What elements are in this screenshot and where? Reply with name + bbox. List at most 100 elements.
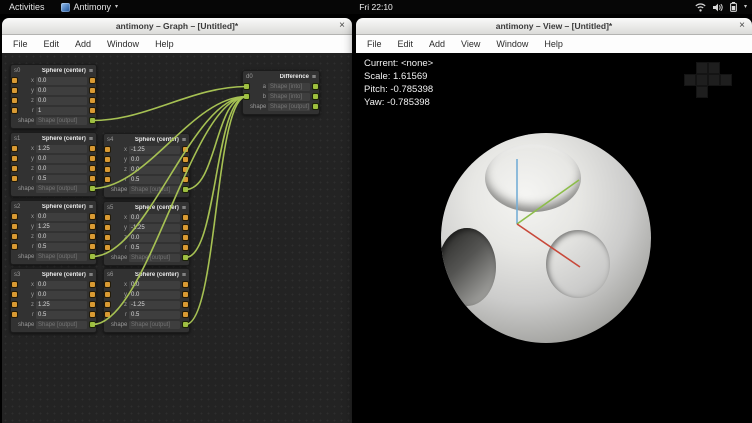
- numeric-output-connector[interactable]: [90, 98, 95, 103]
- numeric-input-connector[interactable]: [105, 157, 110, 162]
- numeric-input-connector[interactable]: [12, 176, 17, 181]
- row-field-z[interactable]: 0.0: [129, 166, 180, 174]
- numeric-input-connector[interactable]: [12, 224, 17, 229]
- row-field-b[interactable]: Shape [into]: [268, 93, 310, 101]
- row-field-z[interactable]: 0.0: [36, 97, 87, 105]
- numeric-input-connector[interactable]: [105, 302, 110, 307]
- row-field-z[interactable]: 0.0: [36, 165, 87, 173]
- row-field-shape[interactable]: Shape [output]: [36, 253, 87, 261]
- shape-output-connector[interactable]: [183, 322, 188, 327]
- numeric-output-connector[interactable]: [90, 88, 95, 93]
- view-canvas[interactable]: Current: <none>Scale: 1.61569Pitch: -0.7…: [356, 53, 752, 423]
- numeric-input-connector[interactable]: [12, 302, 17, 307]
- graph-node-s0[interactable]: s0Sphere (center)≡x0.0y0.0z0.0r1shapeSha…: [10, 64, 97, 129]
- row-field-x[interactable]: 0.0: [36, 281, 87, 289]
- row-field-shape[interactable]: Shape [output]: [268, 103, 310, 111]
- shape-output-connector[interactable]: [183, 187, 188, 192]
- row-field-r[interactable]: 0.5: [129, 311, 180, 319]
- row-field-y[interactable]: 1.25: [36, 223, 87, 231]
- numeric-input-connector[interactable]: [12, 244, 17, 249]
- numeric-output-connector[interactable]: [183, 147, 188, 152]
- graph-node-s1[interactable]: s1Sphere (center)≡x1.25y0.0z0.0r0.5shape…: [10, 132, 97, 197]
- shape-output-connector[interactable]: [90, 254, 95, 259]
- hamburger-menu-icon[interactable]: ≡: [89, 272, 93, 279]
- shape-output-connector[interactable]: [313, 104, 318, 109]
- numeric-input-connector[interactable]: [12, 234, 17, 239]
- numeric-input-connector[interactable]: [12, 312, 17, 317]
- row-field-r[interactable]: 0.5: [36, 311, 87, 319]
- numeric-output-connector[interactable]: [183, 302, 188, 307]
- row-field-x[interactable]: 0.0: [129, 214, 180, 222]
- row-field-r[interactable]: 0.5: [129, 244, 180, 252]
- numeric-input-connector[interactable]: [12, 292, 17, 297]
- row-field-x[interactable]: 0.0: [36, 213, 87, 221]
- numeric-output-connector[interactable]: [183, 225, 188, 230]
- row-field-y[interactable]: 0.0: [36, 155, 87, 163]
- row-field-r[interactable]: 0.5: [36, 243, 87, 251]
- row-field-shape[interactable]: Shape [output]: [129, 254, 180, 262]
- numeric-input-connector[interactable]: [12, 78, 17, 83]
- row-field-shape[interactable]: Shape [output]: [36, 117, 87, 125]
- numeric-input-connector[interactable]: [105, 215, 110, 220]
- close-button[interactable]: ×: [339, 18, 345, 34]
- numeric-output-connector[interactable]: [183, 215, 188, 220]
- numeric-output-connector[interactable]: [183, 177, 188, 182]
- edge-s6-to-d0-b[interactable]: [186, 97, 247, 325]
- numeric-input-connector[interactable]: [105, 312, 110, 317]
- clock[interactable]: Fri 22:10: [359, 2, 393, 12]
- system-status-area[interactable]: ▾: [695, 0, 747, 14]
- edge-s4-to-d0-b[interactable]: [186, 97, 247, 190]
- numeric-input-connector[interactable]: [105, 282, 110, 287]
- menu-item-help[interactable]: Help: [536, 39, 571, 49]
- row-field-z[interactable]: 0.0: [129, 234, 180, 242]
- numeric-input-connector[interactable]: [105, 177, 110, 182]
- row-field-y[interactable]: 0.0: [129, 156, 180, 164]
- shape-input-connector[interactable]: [244, 94, 249, 99]
- hamburger-menu-icon[interactable]: ≡: [182, 137, 186, 144]
- hamburger-menu-icon[interactable]: ≡: [89, 136, 93, 143]
- row-field-shape[interactable]: Shape [output]: [129, 321, 180, 329]
- graph-canvas[interactable]: s0Sphere (center)≡x0.0y0.0z0.0r1shapeSha…: [2, 53, 352, 423]
- numeric-output-connector[interactable]: [90, 214, 95, 219]
- numeric-output-connector[interactable]: [90, 176, 95, 181]
- numeric-input-connector[interactable]: [105, 292, 110, 297]
- menu-item-add[interactable]: Add: [421, 39, 453, 49]
- row-field-z[interactable]: 0.0: [36, 233, 87, 241]
- numeric-output-connector[interactable]: [90, 146, 95, 151]
- row-field-y[interactable]: 0.0: [36, 291, 87, 299]
- row-field-r[interactable]: 1: [36, 107, 87, 115]
- row-field-r[interactable]: 0.5: [36, 175, 87, 183]
- menu-item-window[interactable]: Window: [99, 39, 147, 49]
- numeric-output-connector[interactable]: [183, 157, 188, 162]
- numeric-input-connector[interactable]: [105, 167, 110, 172]
- menu-item-window[interactable]: Window: [488, 39, 536, 49]
- shape-output-connector[interactable]: [90, 186, 95, 191]
- numeric-output-connector[interactable]: [90, 282, 95, 287]
- hamburger-menu-icon[interactable]: ≡: [182, 205, 186, 212]
- numeric-output-connector[interactable]: [90, 234, 95, 239]
- numeric-input-connector[interactable]: [12, 166, 17, 171]
- row-field-x[interactable]: 1.25: [36, 145, 87, 153]
- row-field-x[interactable]: -1.25: [129, 146, 180, 154]
- row-field-shape[interactable]: Shape [output]: [36, 321, 87, 329]
- numeric-input-connector[interactable]: [105, 225, 110, 230]
- row-field-y[interactable]: -1.25: [129, 224, 180, 232]
- menu-item-view[interactable]: View: [453, 39, 488, 49]
- numeric-input-connector[interactable]: [12, 98, 17, 103]
- menu-item-file[interactable]: File: [359, 39, 390, 49]
- row-field-y[interactable]: 0.0: [36, 87, 87, 95]
- shape-output-connector[interactable]: [313, 84, 318, 89]
- numeric-input-connector[interactable]: [12, 108, 17, 113]
- shape-input-connector[interactable]: [244, 84, 249, 89]
- numeric-output-connector[interactable]: [90, 166, 95, 171]
- activities-button[interactable]: Activities: [0, 0, 54, 14]
- menu-item-add[interactable]: Add: [67, 39, 99, 49]
- graph-titlebar[interactable]: antimony – Graph – [Untitled]* ×: [2, 18, 352, 35]
- numeric-input-connector[interactable]: [12, 214, 17, 219]
- edge-s5-to-d0-b[interactable]: [186, 97, 247, 258]
- shape-output-connector[interactable]: [313, 94, 318, 99]
- numeric-output-connector[interactable]: [90, 302, 95, 307]
- hamburger-menu-icon[interactable]: ≡: [182, 272, 186, 279]
- numeric-output-connector[interactable]: [183, 167, 188, 172]
- numeric-output-connector[interactable]: [90, 244, 95, 249]
